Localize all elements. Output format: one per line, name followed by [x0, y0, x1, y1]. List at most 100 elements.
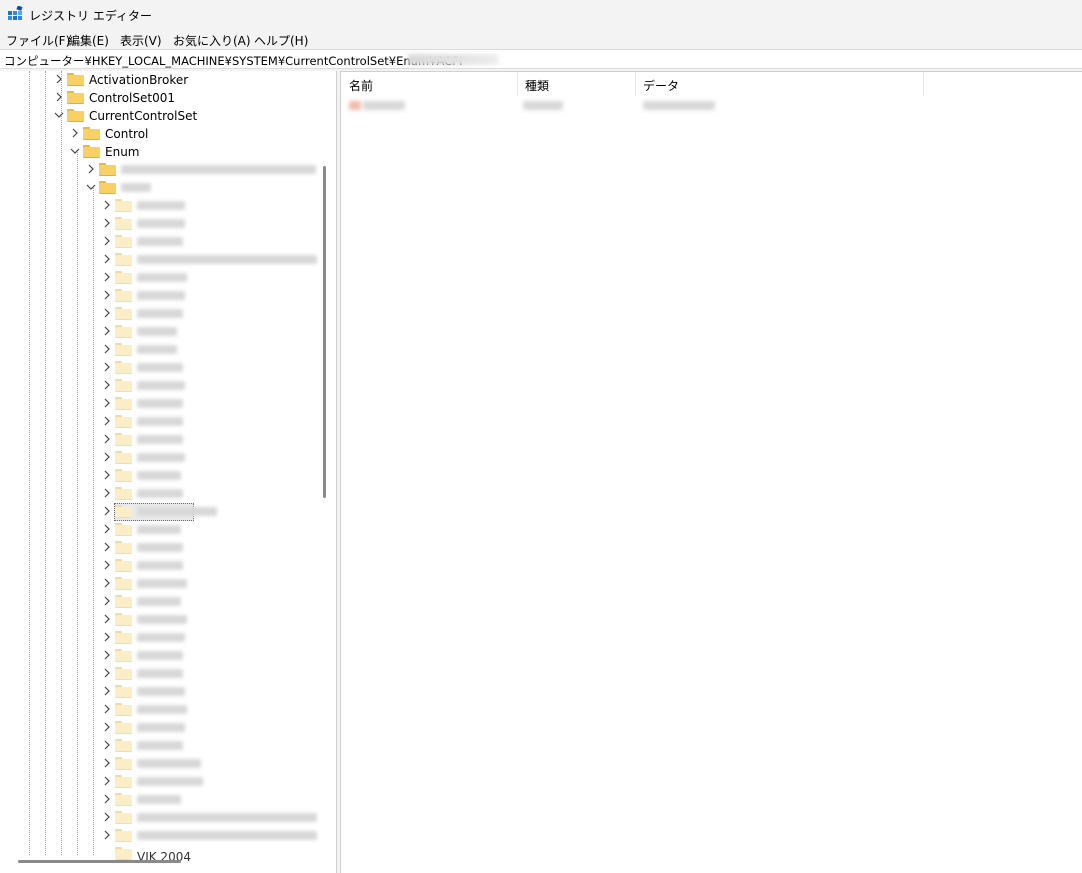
tree-item-acpi-child[interactable]: [0, 827, 320, 845]
chevron-right-icon[interactable]: [70, 128, 80, 138]
chevron-right-icon[interactable]: [102, 506, 112, 516]
tree-item-redacted[interactable]: [0, 161, 320, 179]
chevron-right-icon[interactable]: [102, 542, 112, 552]
chevron-right-icon[interactable]: [102, 416, 112, 426]
tree-item-acpi-child[interactable]: [0, 197, 320, 215]
tree-item-acpi[interactable]: [0, 179, 320, 197]
address-path[interactable]: コンピューター¥HKEY_LOCAL_MACHINE¥SYSTEM¥Curren…: [4, 53, 463, 69]
menu-file[interactable]: ファイル(F): [6, 32, 70, 49]
tree-item-acpi-child[interactable]: [0, 431, 320, 449]
tree-item-acpi-child[interactable]: [0, 791, 320, 809]
chevron-right-icon[interactable]: [102, 218, 112, 228]
tree-item-activation-broker[interactable]: ActivationBroker: [0, 71, 320, 89]
tree-item-acpi-child[interactable]: [0, 485, 320, 503]
chevron-right-icon[interactable]: [102, 398, 112, 408]
tree-vertical-scrollbar[interactable]: [323, 166, 326, 498]
chevron-right-icon[interactable]: [102, 344, 112, 354]
tree-item-acpi-child[interactable]: [0, 305, 320, 323]
tree-item-acpi-child[interactable]: [0, 665, 320, 683]
tree-item-acpi-child[interactable]: [0, 611, 320, 629]
menu-view[interactable]: 表示(V): [120, 32, 162, 49]
tree-item-acpi-child[interactable]: [0, 341, 320, 359]
chevron-right-icon[interactable]: [102, 326, 112, 336]
tree-item-acpi-child[interactable]: [0, 251, 320, 269]
chevron-right-icon[interactable]: [102, 668, 112, 678]
chevron-right-icon[interactable]: [102, 614, 112, 624]
tree-item-control-set-001[interactable]: ControlSet001: [0, 89, 320, 107]
chevron-right-icon[interactable]: [102, 740, 112, 750]
tree-item-acpi-child[interactable]: [0, 377, 320, 395]
tree-item-acpi-child[interactable]: [0, 539, 320, 557]
chevron-down-icon[interactable]: [70, 146, 80, 156]
tree-item-acpi-child[interactable]: [0, 395, 320, 413]
registry-values-list[interactable]: 名前 種類 データ: [340, 71, 1082, 873]
tree-item-acpi-child[interactable]: [0, 593, 320, 611]
chevron-right-icon[interactable]: [102, 362, 112, 372]
chevron-right-icon[interactable]: [54, 74, 64, 84]
column-header-type[interactable]: 種類: [517, 72, 635, 96]
chevron-right-icon[interactable]: [102, 596, 112, 606]
tree-item-acpi-child[interactable]: [0, 683, 320, 701]
chevron-right-icon[interactable]: [102, 830, 112, 840]
tree-item-acpi-child[interactable]: [0, 557, 320, 575]
chevron-right-icon[interactable]: [102, 488, 112, 498]
tree-item-current-control-set[interactable]: CurrentControlSet: [0, 107, 320, 125]
chevron-right-icon[interactable]: [102, 794, 112, 804]
tree-item-control[interactable]: Control: [0, 125, 320, 143]
tree-item-acpi-child[interactable]: [0, 233, 320, 251]
tree-item-acpi-child[interactable]: [0, 521, 320, 539]
tree-item-acpi-child[interactable]: [0, 629, 320, 647]
chevron-right-icon[interactable]: [102, 434, 112, 444]
chevron-right-icon[interactable]: [102, 776, 112, 786]
chevron-right-icon[interactable]: [102, 812, 112, 822]
chevron-right-icon[interactable]: [86, 164, 96, 174]
tree-item-acpi-child[interactable]: [0, 647, 320, 665]
tree-item-acpi-child[interactable]: [0, 467, 320, 485]
chevron-right-icon[interactable]: [54, 92, 64, 102]
chevron-right-icon[interactable]: [102, 470, 112, 480]
tree-item-acpi-child[interactable]: [0, 359, 320, 377]
chevron-right-icon[interactable]: [102, 236, 112, 246]
menu-edit[interactable]: 編集(E): [68, 32, 109, 49]
tree-item-acpi-child[interactable]: [0, 755, 320, 773]
chevron-right-icon[interactable]: [102, 578, 112, 588]
tree-item-acpi-child[interactable]: [0, 413, 320, 431]
registry-key-tree[interactable]: ActivationBroker ControlSet001 CurrentCo…: [0, 71, 337, 873]
chevron-right-icon[interactable]: [102, 524, 112, 534]
chevron-right-icon[interactable]: [102, 272, 112, 282]
tree-item-acpi-child[interactable]: [0, 503, 320, 521]
column-separator[interactable]: [923, 72, 924, 96]
chevron-right-icon[interactable]: [102, 704, 112, 714]
chevron-right-icon[interactable]: [102, 632, 112, 642]
column-header-data[interactable]: データ: [635, 72, 923, 96]
tree-item-acpi-child[interactable]: [0, 809, 320, 827]
chevron-right-icon[interactable]: [102, 254, 112, 264]
chevron-down-icon[interactable]: [54, 110, 64, 120]
tree-item-acpi-child[interactable]: [0, 575, 320, 593]
tree-item-acpi-child[interactable]: [0, 737, 320, 755]
tree-item-acpi-child[interactable]: [0, 773, 320, 791]
menu-help[interactable]: ヘルプ(H): [254, 32, 308, 49]
chevron-right-icon[interactable]: [102, 380, 112, 390]
tree-item-acpi-child[interactable]: [0, 701, 320, 719]
chevron-down-icon[interactable]: [86, 182, 96, 192]
chevron-right-icon[interactable]: [102, 722, 112, 732]
chevron-right-icon[interactable]: [102, 308, 112, 318]
column-header-name[interactable]: 名前: [341, 72, 517, 96]
chevron-right-icon[interactable]: [102, 686, 112, 696]
tree-item-acpi-child[interactable]: [0, 269, 320, 287]
chevron-right-icon[interactable]: [102, 290, 112, 300]
tree-item-acpi-child[interactable]: [0, 215, 320, 233]
chevron-right-icon[interactable]: [102, 452, 112, 462]
address-bar[interactable]: コンピューター¥HKEY_LOCAL_MACHINE¥SYSTEM¥Curren…: [0, 49, 1082, 69]
chevron-right-icon[interactable]: [102, 200, 112, 210]
tree-item-acpi-child[interactable]: [0, 287, 320, 305]
chevron-right-icon[interactable]: [102, 560, 112, 570]
tree-horizontal-scrollbar[interactable]: [18, 860, 181, 863]
chevron-right-icon[interactable]: [102, 758, 112, 768]
menu-favorites[interactable]: お気に入り(A): [173, 32, 251, 49]
tree-item-enum[interactable]: Enum: [0, 143, 320, 161]
tree-item-acpi-child[interactable]: [0, 323, 320, 341]
tree-item-acpi-child[interactable]: [0, 719, 320, 737]
chevron-right-icon[interactable]: [102, 650, 112, 660]
